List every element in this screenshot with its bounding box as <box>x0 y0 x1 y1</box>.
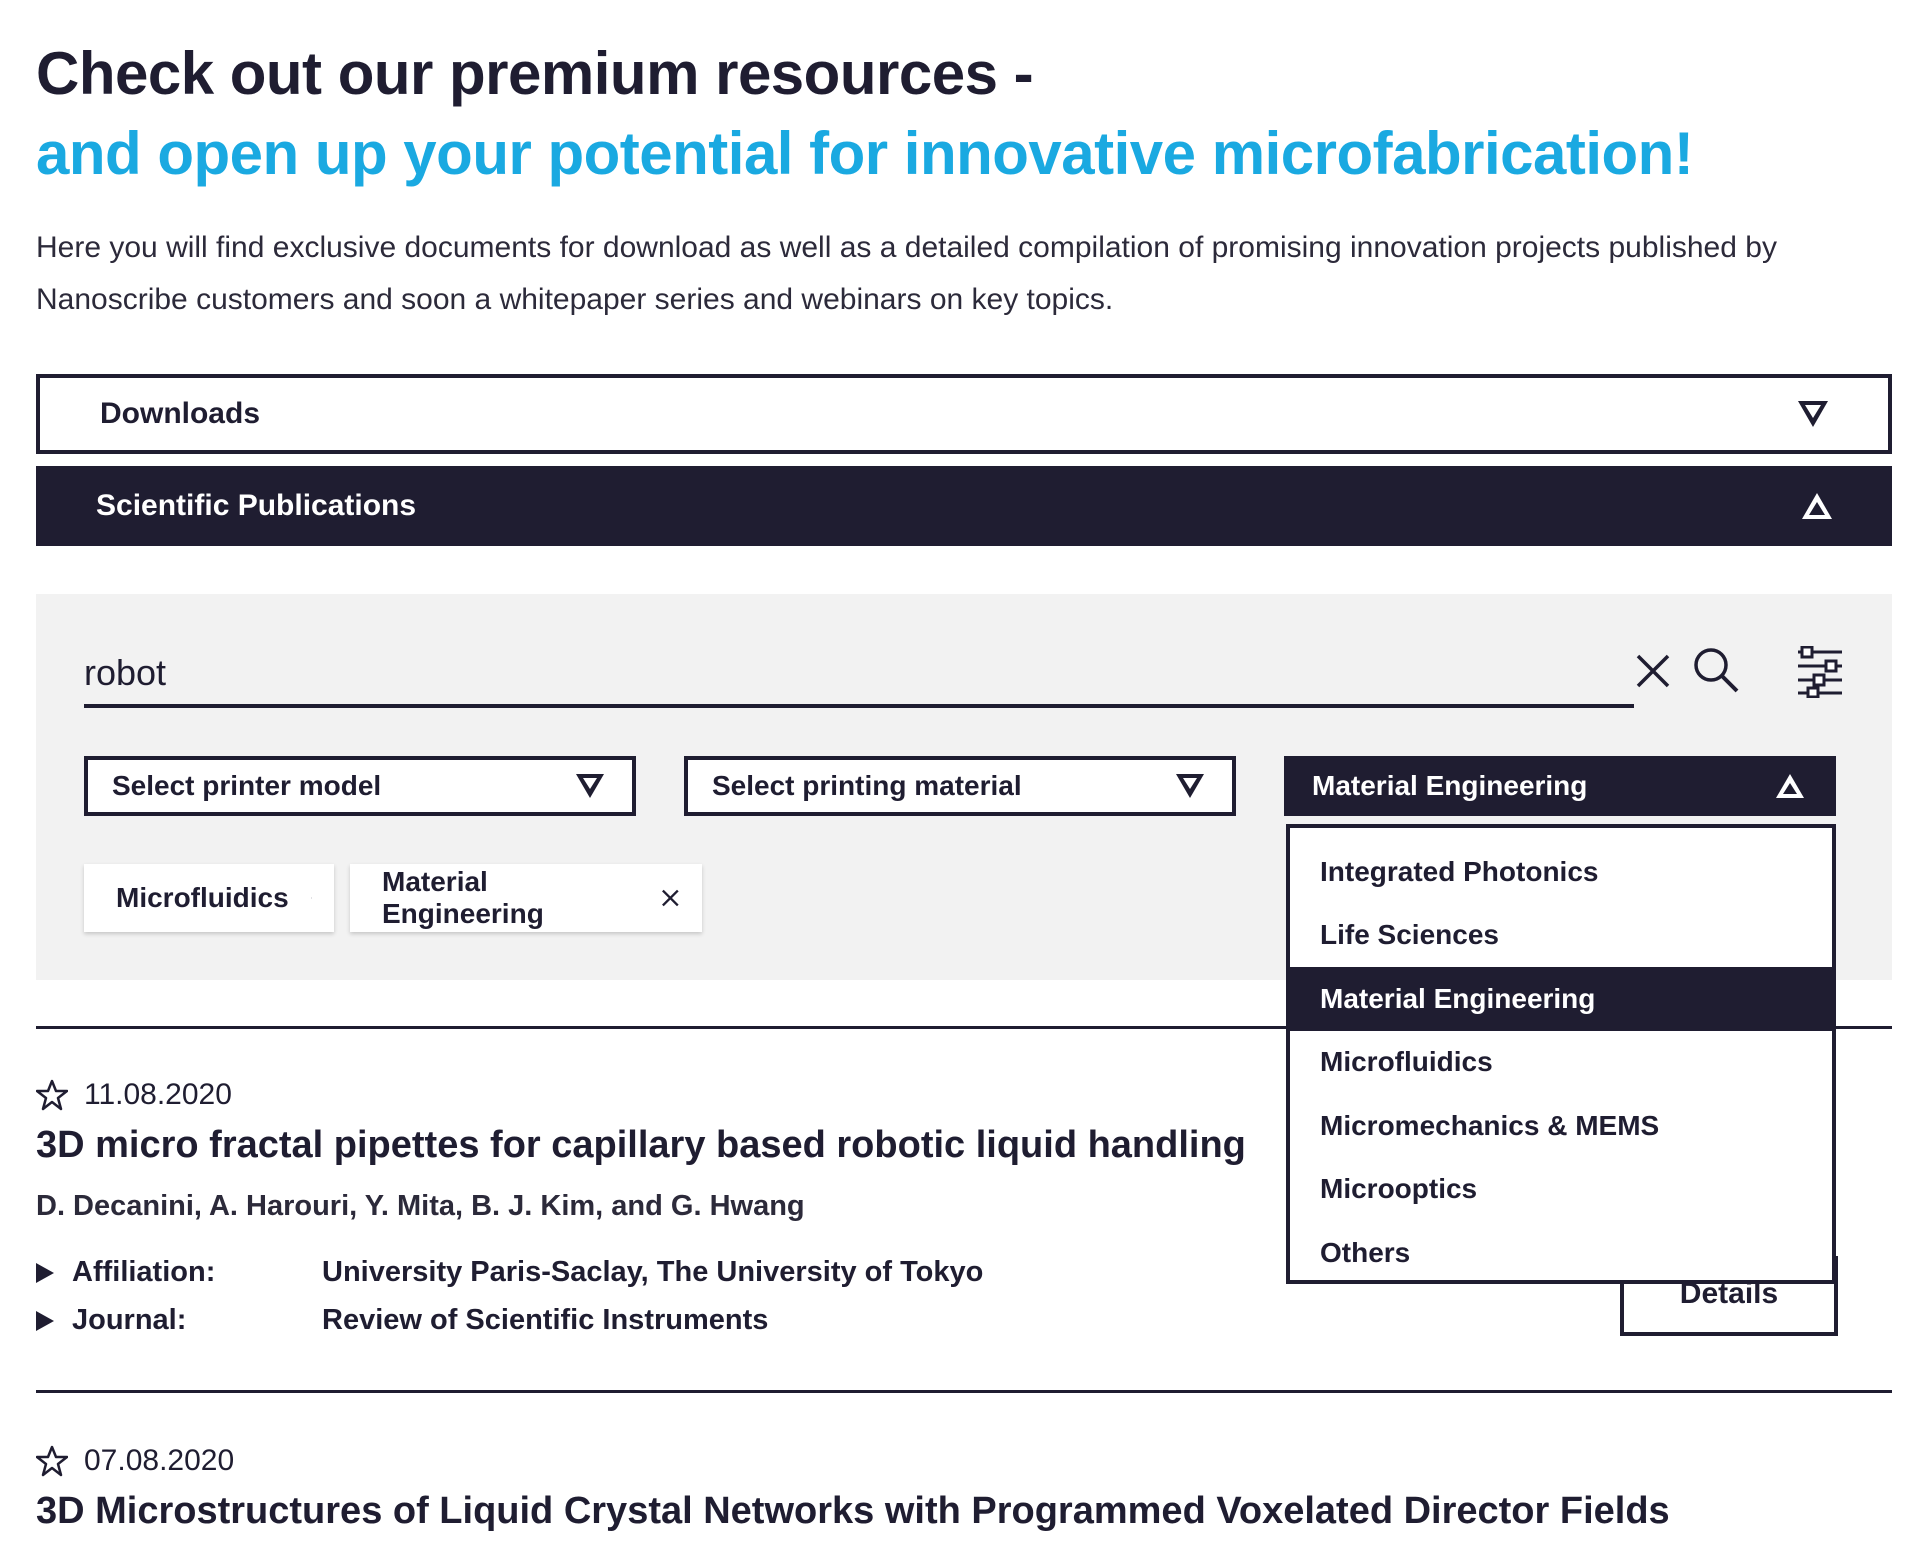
remove-chip-icon[interactable] <box>661 888 680 908</box>
remove-chip-icon[interactable] <box>310 888 312 908</box>
dropdown-option[interactable]: Others <box>1290 1221 1832 1285</box>
publications-accordion[interactable]: Scientific Publications <box>36 466 1892 546</box>
downloads-accordion[interactable]: Downloads <box>36 374 1892 454</box>
application-select-label: Material Engineering <box>1312 770 1588 801</box>
dropdown-option[interactable]: Microoptics <box>1290 1158 1832 1222</box>
downloads-accordion-label: Downloads <box>100 397 261 430</box>
chevron-down-icon <box>1176 774 1204 798</box>
filter-chip-label: Microfluidics <box>116 882 289 913</box>
publication-date-text: 07.08.2020 <box>84 1444 235 1477</box>
printing-material-select[interactable]: Select printing material <box>684 756 1236 816</box>
printer-model-select[interactable]: Select printer model <box>84 756 636 816</box>
publication-title[interactable]: 3D Microstructures of Liquid Crystal Net… <box>36 1490 1670 1533</box>
publication-date: 07.08.2020 <box>36 1444 234 1478</box>
affiliation-row: Affiliation: University Paris-Saclay, Th… <box>36 1256 983 1289</box>
publication-date: 11.08.2020 <box>36 1078 232 1112</box>
affiliation-value: University Paris-Saclay, The University … <box>322 1256 984 1288</box>
filter-chip: Material Engineering <box>350 864 702 932</box>
journal-label: Journal: <box>72 1304 187 1336</box>
journal-value: Review of Scientific Instruments <box>322 1304 769 1336</box>
search-icon[interactable] <box>1692 646 1740 694</box>
chevron-down-icon <box>1798 401 1828 427</box>
close-icon[interactable] <box>1634 652 1672 690</box>
printing-material-select-label: Select printing material <box>712 770 1022 801</box>
expand-arrow-icon[interactable] <box>36 1310 54 1331</box>
page: Check out our premium resources - and op… <box>0 0 1920 1558</box>
page-subtitle: and open up your potential for innovativ… <box>36 120 1694 187</box>
expand-arrow-icon[interactable] <box>36 1262 54 1283</box>
dropdown-option-selected[interactable]: Material Engineering <box>1290 967 1832 1031</box>
star-outline-icon[interactable] <box>36 1445 68 1477</box>
filter-chip-label: Material Engineering <box>382 866 544 929</box>
publications-accordion-label: Scientific Publications <box>96 489 417 522</box>
intro-text: Here you will find exclusive documents f… <box>36 231 1777 316</box>
search-input[interactable] <box>84 642 1634 708</box>
journal-row: Journal: Review of Scientific Instrument… <box>36 1304 768 1337</box>
application-select[interactable]: Material Engineering <box>1284 756 1836 816</box>
dropdown-option[interactable]: Integrated Photonics <box>1290 840 1832 904</box>
affiliation-label: Affiliation: <box>72 1256 216 1288</box>
sliders-icon[interactable] <box>1796 646 1844 698</box>
application-dropdown-menu: Integrated Photonics Life Sciences Mater… <box>1286 824 1836 1284</box>
dropdown-option[interactable]: Micromechanics & MEMS <box>1290 1094 1832 1158</box>
divider <box>36 1390 1892 1393</box>
publication-authors: D. Decanini, A. Harouri, Y. Mita, B. J. … <box>36 1190 805 1222</box>
dropdown-option[interactable]: Life Sciences <box>1290 904 1832 968</box>
publication-title[interactable]: 3D micro fractal pipettes for capillary … <box>36 1124 1246 1167</box>
chevron-down-icon <box>576 774 604 798</box>
filter-chip: Microfluidics <box>84 864 334 932</box>
star-outline-icon[interactable] <box>36 1079 68 1111</box>
dropdown-option[interactable]: Microfluidics <box>1290 1031 1832 1095</box>
chevron-up-icon <box>1802 493 1832 519</box>
chevron-up-icon <box>1776 774 1804 798</box>
publication-date-text: 11.08.2020 <box>84 1078 232 1111</box>
page-title: Check out our premium resources - <box>36 40 1034 107</box>
printer-model-select-label: Select printer model <box>112 770 382 801</box>
